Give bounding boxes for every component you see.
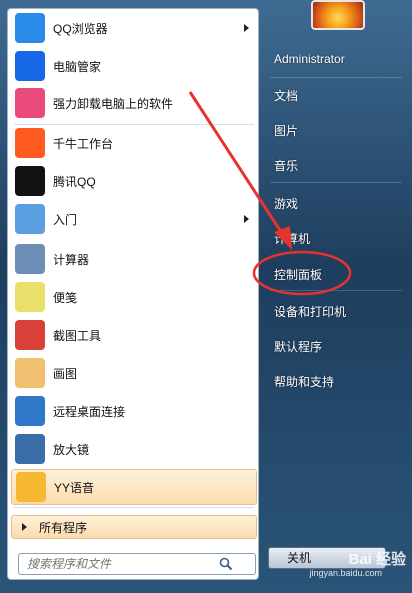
annotation-arrow-line: [188, 91, 287, 239]
annotation-circle: [252, 250, 352, 296]
annotation-overlay: [188, 91, 352, 296]
start-menu: QQ浏览器 电脑管家 强力卸载电脑上的软件 千牛工作台 腾讯QQ 入门 计算器 便笺 截图工具画…: [0, 0, 412, 593]
annotation-arrow-head: [274, 226, 292, 250]
